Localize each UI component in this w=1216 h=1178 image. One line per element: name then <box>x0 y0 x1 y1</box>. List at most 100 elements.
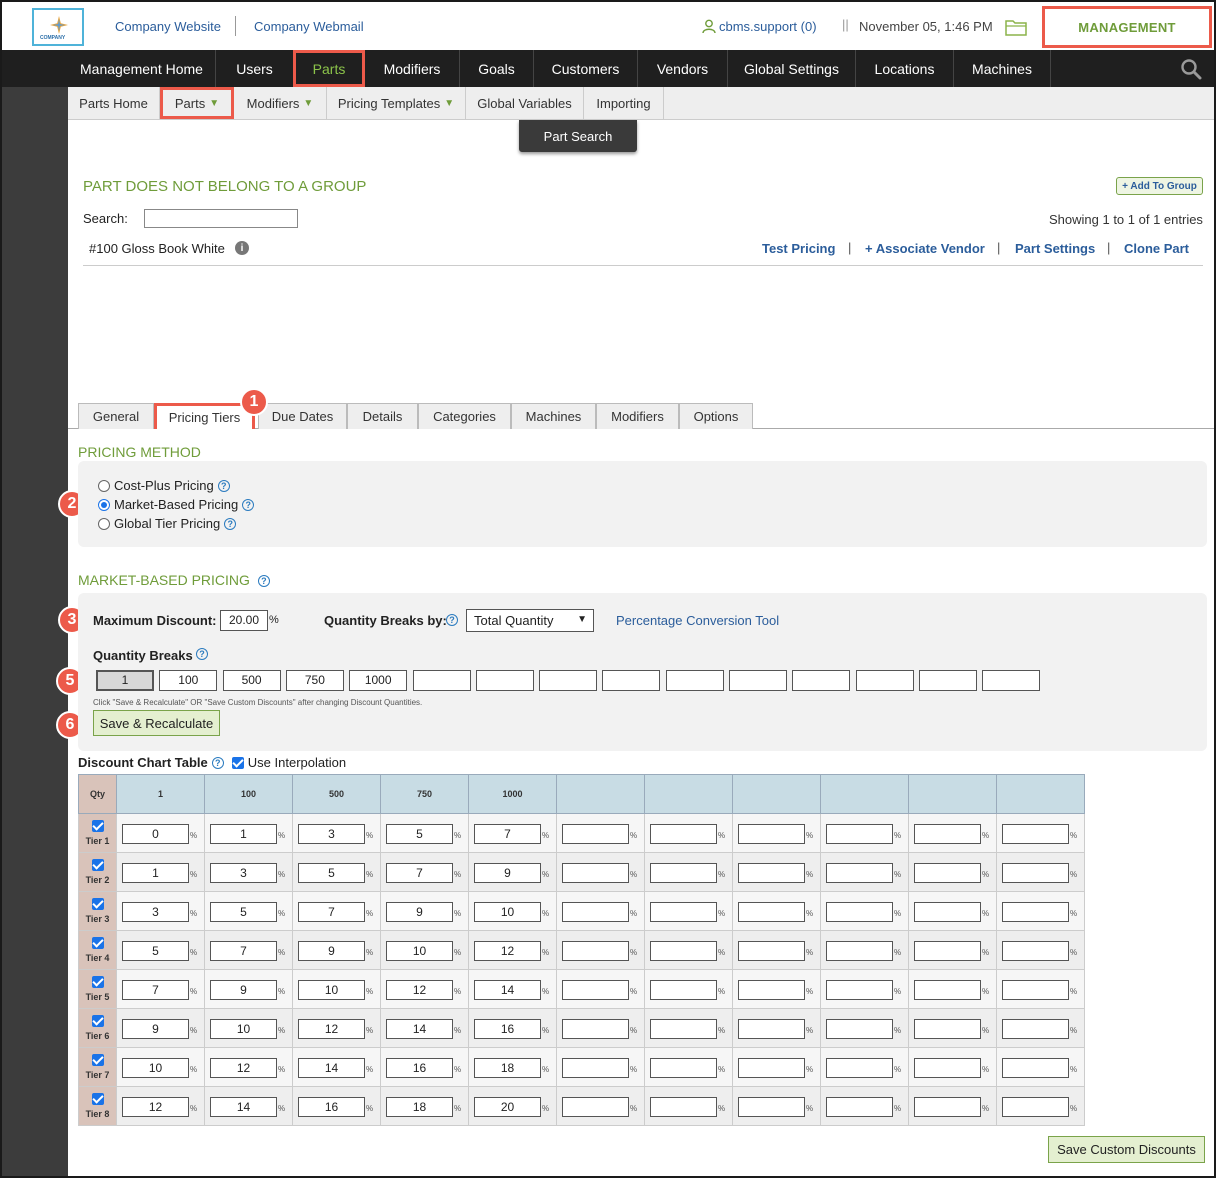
discount-input[interactable] <box>826 1097 893 1117</box>
qty-break-input[interactable] <box>602 670 661 691</box>
tab-categories[interactable]: Categories <box>418 403 511 429</box>
help-icon[interactable]: ? <box>217 479 230 492</box>
help-icon[interactable]: ? <box>211 756 224 769</box>
discount-input[interactable]: 16 <box>386 1058 453 1078</box>
qty-break-input[interactable] <box>412 670 471 691</box>
tab-pricing-tiers[interactable]: Pricing Tiers <box>154 403 255 429</box>
discount-input[interactable] <box>650 1019 717 1039</box>
discount-input[interactable]: 10 <box>122 1058 189 1078</box>
discount-input[interactable] <box>1002 824 1069 844</box>
discount-input[interactable]: 5 <box>298 863 365 883</box>
nav-global-settings[interactable]: Global Settings <box>728 50 856 87</box>
tab-details[interactable]: Details <box>347 403 418 429</box>
discount-input[interactable]: 14 <box>210 1097 277 1117</box>
subnav-pricing-templates[interactable]: Pricing Templates ▼ <box>327 87 466 119</box>
company-logo[interactable]: COMPANY <box>32 8 84 46</box>
discount-input[interactable] <box>826 824 893 844</box>
subnav-importing[interactable]: Importing <box>584 87 664 119</box>
qty-break-input[interactable]: 750 <box>285 670 344 691</box>
info-icon[interactable]: i <box>235 241 249 255</box>
discount-input[interactable]: 12 <box>122 1097 189 1117</box>
discount-input[interactable] <box>826 941 893 961</box>
discount-input[interactable] <box>738 1097 805 1117</box>
discount-input[interactable] <box>562 980 629 1000</box>
help-icon[interactable]: ? <box>257 575 270 587</box>
save-custom-discounts-button[interactable]: Save Custom Discounts <box>1048 1136 1205 1163</box>
tier-enabled-checkbox[interactable] <box>91 937 104 949</box>
discount-input[interactable] <box>562 824 629 844</box>
discount-input[interactable] <box>562 1058 629 1078</box>
cost-plus-option[interactable]: Cost-Plus Pricing ? <box>98 478 230 493</box>
discount-input[interactable]: 12 <box>210 1058 277 1078</box>
part-settings-link[interactable]: Part Settings <box>1015 241 1095 256</box>
company-webmail-link[interactable]: Company Webmail <box>254 19 364 34</box>
qty-break-input[interactable] <box>792 670 851 691</box>
nav-machines[interactable]: Machines <box>954 50 1051 87</box>
tab-machines[interactable]: Machines <box>511 403 596 429</box>
discount-input[interactable] <box>650 941 717 961</box>
cost-plus-radio[interactable] <box>98 479 110 492</box>
tab-modifiers[interactable]: Modifiers <box>596 403 679 429</box>
discount-input[interactable]: 7 <box>386 863 453 883</box>
search-input[interactable] <box>144 209 298 228</box>
discount-input[interactable] <box>738 1058 805 1078</box>
qty-break-input[interactable] <box>982 670 1041 691</box>
discount-input[interactable]: 16 <box>474 1019 541 1039</box>
discount-input[interactable]: 10 <box>210 1019 277 1039</box>
global-tier-radio[interactable] <box>98 517 110 530</box>
nav-locations[interactable]: Locations <box>856 50 954 87</box>
help-icon[interactable]: ? <box>446 614 458 626</box>
qty-break-input[interactable]: 1 <box>96 670 154 691</box>
discount-input[interactable]: 18 <box>386 1097 453 1117</box>
discount-input[interactable] <box>826 1019 893 1039</box>
discount-input[interactable]: 0 <box>122 824 189 844</box>
discount-input[interactable] <box>1002 1097 1069 1117</box>
help-icon[interactable]: ? <box>242 498 255 511</box>
tab-general[interactable]: General <box>78 403 154 429</box>
discount-input[interactable] <box>914 1019 981 1039</box>
discount-input[interactable]: 9 <box>474 863 541 883</box>
nav-modifiers[interactable]: Modifiers <box>365 50 460 87</box>
help-icon[interactable]: ? <box>224 517 237 530</box>
associate-vendor-link[interactable]: + Associate Vendor <box>865 241 985 256</box>
percentage-conversion-tool-link[interactable]: Percentage Conversion Tool <box>616 613 779 628</box>
discount-input[interactable] <box>826 863 893 883</box>
discount-input[interactable] <box>562 1019 629 1039</box>
discount-input[interactable] <box>562 902 629 922</box>
discount-input[interactable] <box>650 1058 717 1078</box>
management-button[interactable]: MANAGEMENT <box>1042 6 1212 48</box>
tier-enabled-checkbox[interactable] <box>91 1093 104 1105</box>
add-to-group-button[interactable]: + Add To Group <box>1116 177 1203 195</box>
discount-input[interactable] <box>650 980 717 1000</box>
discount-input[interactable] <box>650 1097 717 1117</box>
qty-break-input[interactable] <box>539 670 598 691</box>
discount-input[interactable] <box>1002 902 1069 922</box>
discount-input[interactable]: 12 <box>474 941 541 961</box>
tier-enabled-checkbox[interactable] <box>91 1054 104 1066</box>
discount-input[interactable]: 18 <box>474 1058 541 1078</box>
nav-vendors[interactable]: Vendors <box>638 50 728 87</box>
discount-input[interactable]: 5 <box>210 902 277 922</box>
qty-break-input[interactable]: 1000 <box>349 670 408 691</box>
market-based-option[interactable]: Market-Based Pricing ? <box>98 497 255 512</box>
discount-input[interactable]: 7 <box>210 941 277 961</box>
search-icon[interactable] <box>1180 58 1202 80</box>
tier-enabled-checkbox[interactable] <box>91 898 104 910</box>
max-discount-input[interactable]: 20.00 <box>220 610 268 631</box>
discount-input[interactable] <box>738 824 805 844</box>
qty-break-input[interactable] <box>475 670 534 691</box>
global-tier-option[interactable]: Global Tier Pricing ? <box>98 516 237 531</box>
discount-input[interactable]: 1 <box>122 863 189 883</box>
save-recalculate-button[interactable]: Save & Recalculate <box>93 710 220 736</box>
discount-input[interactable] <box>650 902 717 922</box>
discount-input[interactable] <box>738 941 805 961</box>
nav-parts[interactable]: Parts <box>293 50 365 87</box>
discount-input[interactable]: 7 <box>122 980 189 1000</box>
qty-break-input[interactable] <box>665 670 724 691</box>
discount-input[interactable]: 7 <box>298 902 365 922</box>
discount-input[interactable] <box>914 902 981 922</box>
help-icon[interactable]: ? <box>196 648 208 660</box>
qty-break-input[interactable] <box>918 670 977 691</box>
tier-enabled-checkbox[interactable] <box>91 820 104 832</box>
tab-due-dates[interactable]: Due Dates <box>258 403 347 429</box>
